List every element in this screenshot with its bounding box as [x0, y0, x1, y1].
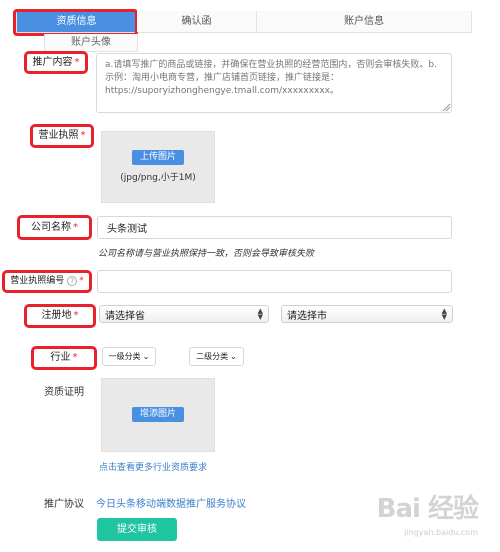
tab-label: 确认函 [181, 16, 212, 27]
agreement-label: 推广协议 [44, 499, 84, 510]
city-select[interactable]: 请选择市 ▲ ▼ [281, 305, 453, 323]
tab-account-avatar[interactable]: 账户头像 [44, 34, 138, 52]
tab-account-info[interactable]: 账户信息 [257, 11, 471, 32]
industry-requirements-link[interactable]: 点击查看更多行业资质要求 [99, 460, 299, 473]
tab-bar: 资质信息 确认函 账户信息 [13, 9, 472, 36]
upload-image-button[interactable]: 上传图片 [132, 150, 184, 165]
qualification-label: 资质证明 [44, 387, 84, 398]
province-select[interactable]: 请选择省 ▲ ▼ [99, 305, 269, 323]
business-license-label: 营业执照 * [30, 124, 94, 148]
company-name-input[interactable] [97, 216, 452, 239]
add-image-button[interactable]: 增添图片 [132, 407, 184, 422]
license-number-input[interactable] [97, 270, 452, 293]
tab-confirmation-letter[interactable]: 确认函 [137, 11, 257, 32]
resize-handle-icon[interactable] [442, 103, 451, 112]
company-name-note: 公司名称请与营业执照保持一致，否则会导致审核失败 [98, 249, 315, 259]
registered-place-label: 注册地 * [24, 304, 96, 328]
industry-level1-select[interactable]: 一级分类 ⌄ [102, 347, 156, 366]
select-arrows-icon: ▲ ▼ [257, 307, 263, 321]
submit-review-button[interactable]: 提交审核 [97, 518, 177, 541]
chevron-down-icon: ⌄ [142, 352, 150, 361]
company-name-label: 公司名称 * [17, 215, 92, 240]
promo-content-label: 推广内容 * [24, 51, 88, 74]
agreement-link[interactable]: 今日头条移动端数据推广服务协议 [96, 495, 296, 510]
annotation-box [13, 9, 138, 36]
tab-label: 账户信息 [344, 16, 384, 27]
tab-qualification[interactable]: 资质信息 [13, 9, 138, 36]
industry-label: 行业 * [31, 346, 97, 370]
select-arrows-icon: ▲ ▼ [441, 307, 447, 321]
help-icon[interactable]: ? [67, 275, 78, 286]
promo-content-textarea[interactable] [96, 53, 452, 113]
license-upload-area[interactable] [101, 131, 215, 203]
baidu-watermark-logo: Bai 经验 [376, 494, 479, 524]
chevron-down-icon: ⌄ [230, 352, 237, 361]
upload-hint: (jpg/png,小于1M) [120, 173, 196, 183]
baidu-watermark-url: jingyan.baidu.com [404, 528, 478, 537]
industry-level2-select[interactable]: 二级分类 ⌄ [189, 347, 244, 366]
license-number-label: 营业执照编号 ? * [2, 270, 92, 293]
